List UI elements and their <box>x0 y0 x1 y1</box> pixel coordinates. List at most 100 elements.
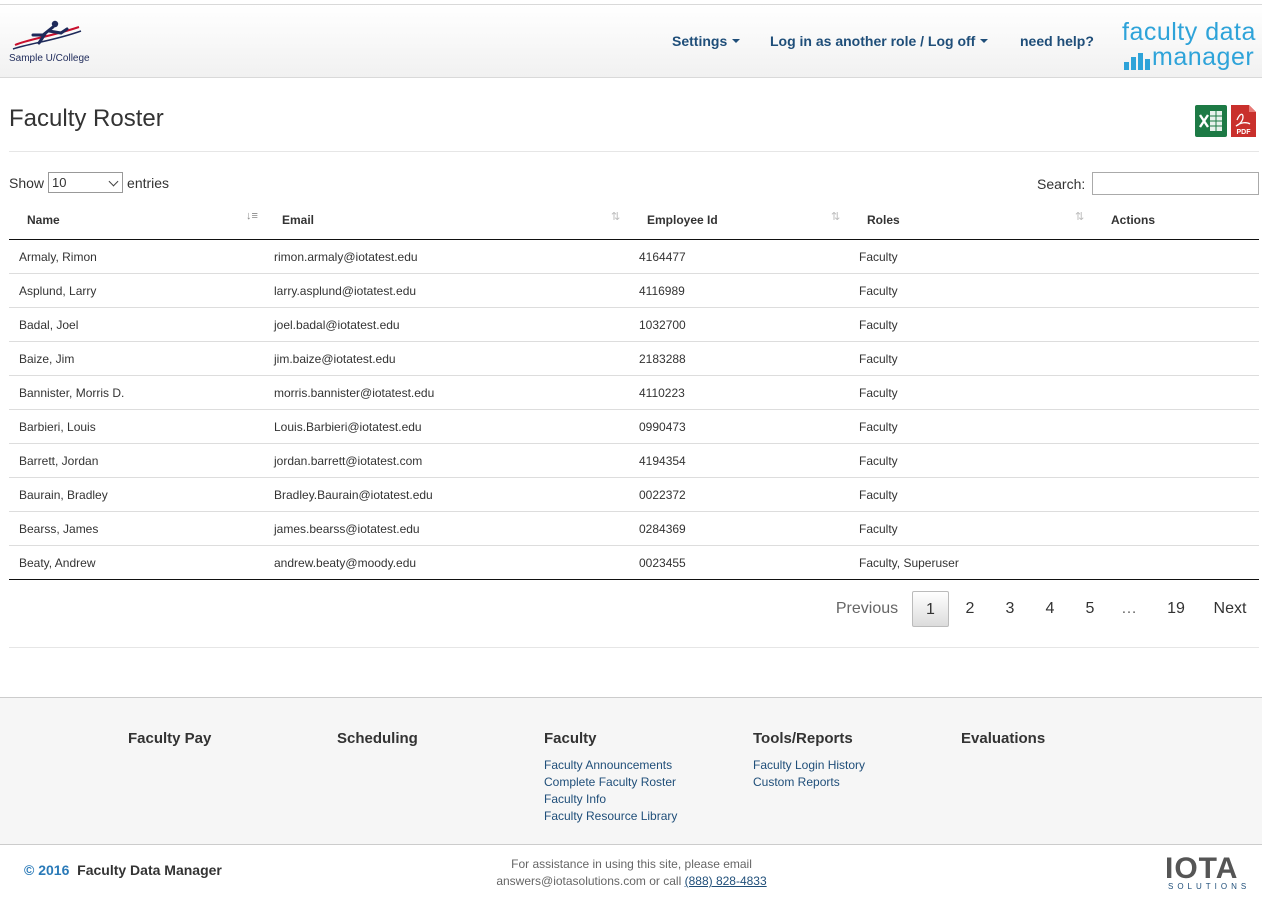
pagination-next[interactable]: Next <box>1208 591 1252 627</box>
cell-name: Baurain, Bradley <box>19 488 108 502</box>
entries-per-page-value: 10 <box>52 175 67 190</box>
footer-tools-links: Faculty Login History Custom Reports <box>753 757 865 791</box>
table-row: Beaty, Andrew andrew.beaty@moody.edu 002… <box>9 546 1259 580</box>
footer-heading-scheduling[interactable]: Scheduling <box>337 730 418 747</box>
page-length-control: Show 10 entries <box>9 172 169 193</box>
top-header: Sample U/College Settings Log in as anot… <box>0 4 1262 78</box>
table-row: Baize, Jim jim.baize@iotatest.edu 218328… <box>9 342 1259 376</box>
sort-both-icon[interactable]: ⇅ <box>831 210 840 223</box>
footer-link-faculty-announcements[interactable]: Faculty Announcements <box>544 757 677 774</box>
footer-link-faculty-login-history[interactable]: Faculty Login History <box>753 757 865 774</box>
sort-both-icon[interactable]: ⇅ <box>1075 210 1084 223</box>
cell-roles: Faculty <box>859 284 898 298</box>
pagination-previous[interactable]: Previous <box>834 591 900 627</box>
cell-roles: Faculty <box>859 250 898 264</box>
logo-caption: Sample U/College <box>9 53 90 64</box>
cell-roles: Faculty <box>859 522 898 536</box>
cell-email: joel.badal@iotatest.edu <box>274 318 400 332</box>
nav-help-link[interactable]: need help? <box>1020 33 1094 49</box>
assistance-line-1: For assistance in using this site, pleas… <box>511 857 752 871</box>
pdf-export-icon[interactable]: PDF <box>1231 105 1256 137</box>
sort-ascending-icon[interactable]: ↓≡ <box>246 210 258 222</box>
sort-both-icon[interactable]: ⇅ <box>611 210 620 223</box>
brand-line-2: manager <box>1152 43 1255 71</box>
iota-subtitle: SOLUTIONS <box>1168 882 1251 891</box>
table-row: Bearss, James james.bearss@iotatest.edu … <box>9 512 1259 546</box>
pagination-page-5[interactable]: 5 <box>1075 591 1105 627</box>
cell-roles: Faculty <box>859 352 898 366</box>
footer-link-complete-faculty-roster[interactable]: Complete Faculty Roster <box>544 774 677 791</box>
nav-role-logoff-label: Log in as another role / Log off <box>770 33 976 49</box>
faculty-data-manager-brand[interactable]: faculty data manager <box>1122 19 1262 73</box>
nav-settings-dropdown[interactable]: Settings <box>672 33 741 49</box>
excel-export-icon[interactable] <box>1195 105 1227 137</box>
cell-roles: Faculty, Superuser <box>859 556 959 570</box>
cell-employee-id: 4194354 <box>639 454 686 468</box>
nav-settings-label: Settings <box>672 33 728 49</box>
cell-name: Bannister, Morris D. <box>19 386 125 400</box>
table-row: Barbieri, Louis Louis.Barbieri@iotatest.… <box>9 410 1259 444</box>
copyright-name: Faculty Data Manager <box>77 862 222 878</box>
entries-per-page-select[interactable]: 10 <box>48 172 124 193</box>
cell-name: Armaly, Rimon <box>19 250 97 264</box>
pagination-page-4[interactable]: 4 <box>1035 591 1065 627</box>
page-title: Faculty Roster <box>9 105 164 132</box>
cell-email: rimon.armaly@iotatest.edu <box>274 250 418 264</box>
faculty-roster-table: Name ↓≡ Email ⇅ Employee Id ⇅ Roles ⇅ Ac… <box>9 203 1259 580</box>
cell-email: Louis.Barbieri@iotatest.edu <box>274 420 422 434</box>
footer-heading-faculty[interactable]: Faculty <box>544 730 677 747</box>
cell-email: Bradley.Baurain@iotatest.edu <box>274 488 433 502</box>
cell-roles: Faculty <box>859 318 898 332</box>
cell-name: Beaty, Andrew <box>19 556 96 570</box>
cell-email: larry.asplund@iotatest.edu <box>274 284 417 298</box>
runner-logo-icon <box>12 20 82 50</box>
pagination-page-19[interactable]: 19 <box>1158 591 1194 627</box>
footer-column-tools-reports: Tools/Reports Faculty Login History Cust… <box>753 730 865 791</box>
pagination-page-1[interactable]: 1 <box>912 591 949 627</box>
pagination-page-2[interactable]: 2 <box>955 591 985 627</box>
cell-employee-id: 4116989 <box>639 284 685 298</box>
column-header-name[interactable]: Name <box>27 213 60 227</box>
footer-link-faculty-info[interactable]: Faculty Info <box>544 791 677 808</box>
column-header-roles[interactable]: Roles <box>867 213 900 227</box>
cell-email: jim.baize@iotatest.edu <box>274 352 396 366</box>
table-row: Bannister, Morris D. morris.bannister@io… <box>9 376 1259 410</box>
nav-role-logoff-dropdown[interactable]: Log in as another role / Log off <box>770 33 989 49</box>
cell-employee-id: 0023455 <box>639 556 686 570</box>
entries-label: entries <box>127 174 170 191</box>
cell-name: Barbieri, Louis <box>19 420 96 434</box>
column-header-employee-id[interactable]: Employee Id <box>647 213 718 227</box>
cell-name: Barrett, Jordan <box>19 454 99 468</box>
footer-menu: Faculty Pay Scheduling Faculty Faculty A… <box>0 697 1262 845</box>
footer-link-custom-reports[interactable]: Custom Reports <box>753 774 865 791</box>
footer-faculty-links: Faculty Announcements Complete Faculty R… <box>544 757 677 825</box>
iota-solutions-logo[interactable]: IOTA SOLUTIONS <box>1165 854 1247 892</box>
footer-heading-tools-reports[interactable]: Tools/Reports <box>753 730 865 747</box>
assistance-phone-link[interactable]: (888) 828-4833 <box>685 874 767 888</box>
iota-wordmark: IOTA <box>1165 852 1239 885</box>
table-row: Badal, Joel joel.badal@iotatest.edu 1032… <box>9 308 1259 342</box>
footer-heading-faculty-pay[interactable]: Faculty Pay <box>128 730 211 747</box>
footer-column-scheduling: Scheduling <box>337 730 418 747</box>
footer-column-faculty: Faculty Faculty Announcements Complete F… <box>544 730 677 825</box>
assistance-email: answers@iotasolutions.com or call <box>496 874 682 888</box>
college-logo[interactable]: Sample U/College <box>9 17 109 67</box>
table-row: Baurain, Bradley Bradley.Baurain@iotates… <box>9 478 1259 512</box>
cell-employee-id: 0284369 <box>639 522 686 536</box>
chevron-down-icon <box>108 176 119 187</box>
column-header-email[interactable]: Email <box>282 213 314 227</box>
cell-name: Baize, Jim <box>19 352 75 366</box>
cell-roles: Faculty <box>859 488 898 502</box>
caret-down-icon <box>732 39 741 44</box>
search-control: Search: <box>1037 172 1260 195</box>
footer-link-faculty-resource-library[interactable]: Faculty Resource Library <box>544 808 677 825</box>
search-input[interactable] <box>1092 172 1260 195</box>
cell-roles: Faculty <box>859 420 898 434</box>
cell-name: Bearss, James <box>19 522 99 536</box>
column-header-actions: Actions <box>1111 213 1156 227</box>
cell-employee-id: 0022372 <box>639 488 686 502</box>
cell-name: Asplund, Larry <box>19 284 97 298</box>
bar-chart-icon <box>1124 52 1150 70</box>
pagination-page-3[interactable]: 3 <box>995 591 1025 627</box>
footer-heading-evaluations[interactable]: Evaluations <box>961 730 1045 747</box>
